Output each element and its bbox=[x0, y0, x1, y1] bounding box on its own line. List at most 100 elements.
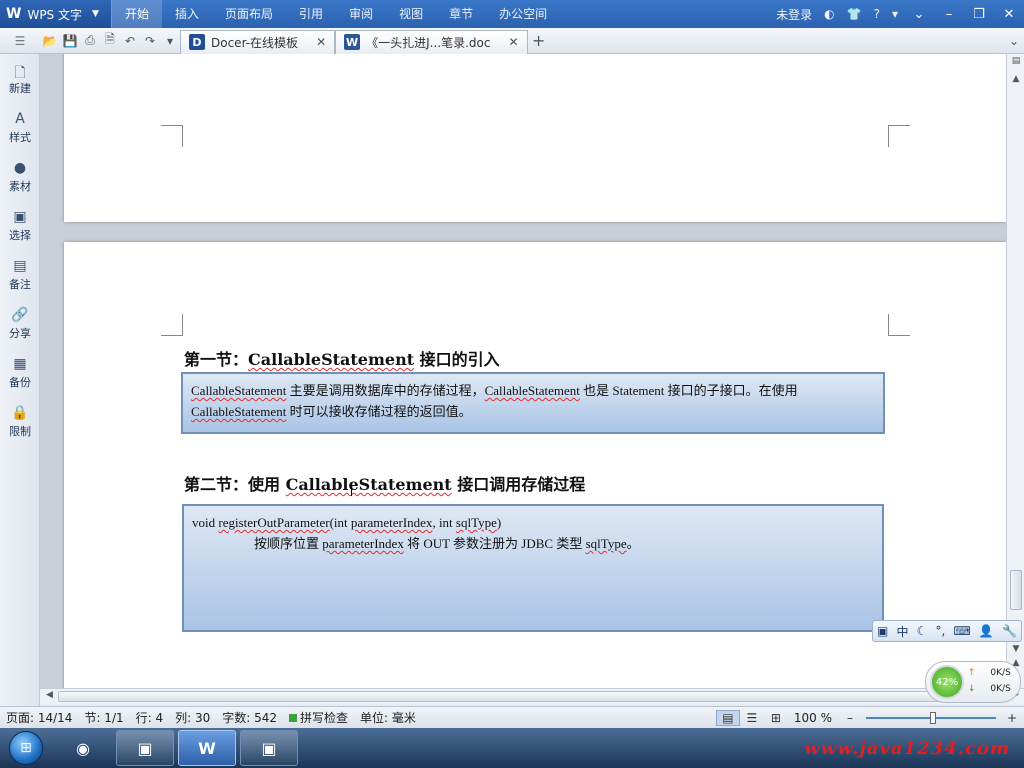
scroll-left-icon[interactable]: ◀ bbox=[46, 690, 53, 700]
document-canvas[interactable]: 第一节：CallableStatement 接口的引入 CallableStat… bbox=[40, 54, 1006, 688]
collapse-ribbon-icon[interactable]: ⌄ bbox=[904, 7, 934, 22]
app-menu-button[interactable]: W WPS 文字 ▼ bbox=[0, 0, 112, 28]
outline-view-icon[interactable]: ☰ bbox=[740, 711, 764, 725]
network-speed-widget[interactable]: 42% ↑ 0K/S ↓ 0K/S bbox=[925, 661, 1021, 703]
restore-icon[interactable]: ❐ bbox=[964, 7, 994, 22]
section1-textbox[interactable]: CallableStatement 主要是调用数据库中的存储过程，Callabl… bbox=[181, 372, 885, 434]
heading-term: CallableStatement bbox=[285, 475, 452, 494]
recorder-icon: ▣ bbox=[261, 738, 277, 758]
crop-mark bbox=[888, 314, 910, 336]
menu-insert[interactable]: 插入 bbox=[162, 0, 212, 28]
scrollbar-thumb[interactable] bbox=[1010, 570, 1022, 610]
term: CallableStatement bbox=[484, 383, 580, 398]
document-page-current[interactable]: 第一节：CallableStatement 接口的引入 CallableStat… bbox=[64, 242, 1006, 688]
text: ) bbox=[496, 515, 502, 530]
menu-page-layout[interactable]: 页面布局 bbox=[212, 0, 286, 28]
method-signature: void registerOutParameter(int parameterI… bbox=[192, 512, 874, 533]
wps-logo: W bbox=[6, 6, 22, 22]
sidebar-label: 新建 bbox=[9, 81, 31, 95]
quick-access-dropdown-icon[interactable]: ▾ bbox=[160, 31, 180, 51]
new-document-icon: 🗋 bbox=[14, 64, 26, 81]
ime-logo-icon[interactable]: ▣ bbox=[877, 624, 888, 638]
keyboard-icon[interactable]: ⌨ bbox=[953, 624, 970, 638]
web-view-icon[interactable]: ⊞ bbox=[764, 711, 788, 725]
download-rate: ↓ 0K/S bbox=[968, 684, 1018, 694]
sidebar-item-select[interactable]: ▣ 选择 bbox=[0, 201, 40, 250]
section2-heading[interactable]: 第二节：使用 CallableStatement 接口调用存储过程 bbox=[184, 471, 585, 495]
login-link[interactable]: 未登录 bbox=[770, 6, 818, 23]
zoom-in-icon[interactable]: + bbox=[1000, 711, 1024, 725]
user-icon[interactable]: 👤 bbox=[979, 624, 994, 638]
menu-view[interactable]: 视图 bbox=[386, 0, 436, 28]
textbox-line: CallableStatement 时可以接收存储过程的返回值。 bbox=[191, 401, 875, 422]
open-folder-icon[interactable]: 📂 bbox=[40, 31, 60, 51]
crop-mark bbox=[161, 314, 183, 336]
media-app-icon: ◉ bbox=[76, 738, 90, 758]
zoom-slider-knob[interactable] bbox=[930, 711, 936, 724]
shirt-icon[interactable]: 👕 bbox=[841, 7, 868, 21]
undo-icon[interactable]: ↶ bbox=[120, 31, 140, 51]
text: 将 OUT 参数注册为 JDBC 类型 bbox=[403, 536, 586, 551]
new-tab-button[interactable]: + bbox=[528, 31, 550, 50]
document-page-previous[interactable] bbox=[64, 54, 1006, 222]
close-icon[interactable]: ✕ bbox=[994, 7, 1024, 22]
menu-review[interactable]: 审阅 bbox=[336, 0, 386, 28]
tab-docer[interactable]: D Docer-在线模板 ✕ bbox=[180, 29, 336, 54]
tab-list-icon[interactable]: ⌄ bbox=[1004, 31, 1024, 51]
section1-heading[interactable]: 第一节：CallableStatement 接口的引入 bbox=[184, 346, 500, 370]
skin-icon[interactable]: ◐ bbox=[818, 7, 840, 21]
status-page[interactable]: 页面: 14/14 bbox=[0, 709, 78, 726]
punctuation-icon[interactable]: °, bbox=[936, 624, 946, 638]
sidebar-item-comment[interactable]: ▤ 备注 bbox=[0, 250, 40, 299]
menu-home[interactable]: 开始 bbox=[112, 0, 163, 28]
print-preview-icon[interactable]: 🗎 bbox=[100, 31, 120, 51]
sidebar-item-new[interactable]: 🗋 新建 bbox=[0, 54, 40, 103]
sidebar-item-backup[interactable]: ▦ 备份 bbox=[0, 348, 40, 397]
sidebar-item-style[interactable]: A 样式 bbox=[0, 103, 40, 152]
horizontal-scrollbar[interactable]: ◀ ▶ bbox=[40, 688, 1024, 704]
wrench-icon[interactable]: 🔧 bbox=[1002, 624, 1017, 638]
menu-office-space[interactable]: 办公空间 bbox=[486, 0, 560, 28]
start-button[interactable]: ⊞ bbox=[0, 728, 52, 768]
taskbar-terminal-app[interactable]: ▣ bbox=[116, 730, 174, 766]
menu-references[interactable]: 引用 bbox=[286, 0, 336, 28]
tab-document[interactable]: W 《一头扎进J...笔录.doc ✕ bbox=[335, 29, 528, 54]
sidebar-item-share[interactable]: 🔗 分享 bbox=[0, 299, 40, 348]
scroll-down-icon[interactable]: ▼ bbox=[1007, 644, 1024, 654]
hscroll-thumb[interactable] bbox=[58, 691, 1008, 702]
scroll-up-icon[interactable]: ▲ bbox=[1007, 74, 1024, 84]
print-icon[interactable]: ⎙ bbox=[80, 31, 100, 51]
text: 。 bbox=[626, 536, 640, 551]
status-unit[interactable]: 单位: 毫米 bbox=[354, 709, 422, 726]
select-icon: ▣ bbox=[13, 208, 27, 225]
moon-icon[interactable]: ☾ bbox=[917, 624, 928, 638]
zoom-slider[interactable] bbox=[866, 711, 996, 724]
status-spell-check[interactable]: 拼写检查 bbox=[283, 709, 354, 726]
zoom-out-icon[interactable]: – bbox=[838, 711, 862, 725]
section2-textbox[interactable]: void registerOutParameter(int parameterI… bbox=[182, 504, 884, 632]
save-icon[interactable]: 💾 bbox=[60, 31, 80, 51]
menu-chapter[interactable]: 章节 bbox=[436, 0, 486, 28]
redo-icon[interactable]: ↷ bbox=[140, 31, 160, 51]
close-tab-icon[interactable]: ✕ bbox=[508, 35, 518, 49]
page-view-icon[interactable]: ▤ bbox=[715, 709, 740, 726]
taskbar-media-app[interactable]: ◉ bbox=[54, 730, 112, 766]
help-button[interactable]: ? bbox=[868, 7, 886, 21]
minimize-icon[interactable]: – bbox=[934, 7, 964, 22]
status-section[interactable]: 节: 1/1 bbox=[78, 709, 129, 726]
term: sqlType bbox=[455, 515, 497, 530]
sidebar-item-material[interactable]: ● 素材 bbox=[0, 152, 40, 201]
taskbar-wps-writer[interactable]: W bbox=[178, 730, 236, 766]
vertical-scrollbar[interactable]: ▤ ▲ ▼ ▲ ▼ bbox=[1006, 54, 1024, 688]
ime-language[interactable]: 中 bbox=[897, 623, 909, 640]
sidebar-item-restrict[interactable]: 🔒 限制 bbox=[0, 397, 40, 446]
close-tab-icon[interactable]: ✕ bbox=[316, 35, 326, 49]
ime-toolbar[interactable]: ▣ 中 ☾ °, ⌨ 👤 🔧 bbox=[872, 620, 1022, 642]
taskbar-recorder-app[interactable]: ▣ bbox=[240, 730, 298, 766]
grip-icon[interactable]: ☰ bbox=[0, 28, 40, 54]
zoom-level[interactable]: 100 % bbox=[788, 711, 838, 725]
help-chevron-icon[interactable]: ▾ bbox=[886, 7, 904, 21]
status-words[interactable]: 字数: 542 bbox=[216, 709, 283, 726]
windows-taskbar: ⊞ ◉ ▣ W ▣ www.java1234.com bbox=[0, 728, 1024, 768]
scroll-panel-icon[interactable]: ▤ bbox=[1007, 56, 1024, 66]
